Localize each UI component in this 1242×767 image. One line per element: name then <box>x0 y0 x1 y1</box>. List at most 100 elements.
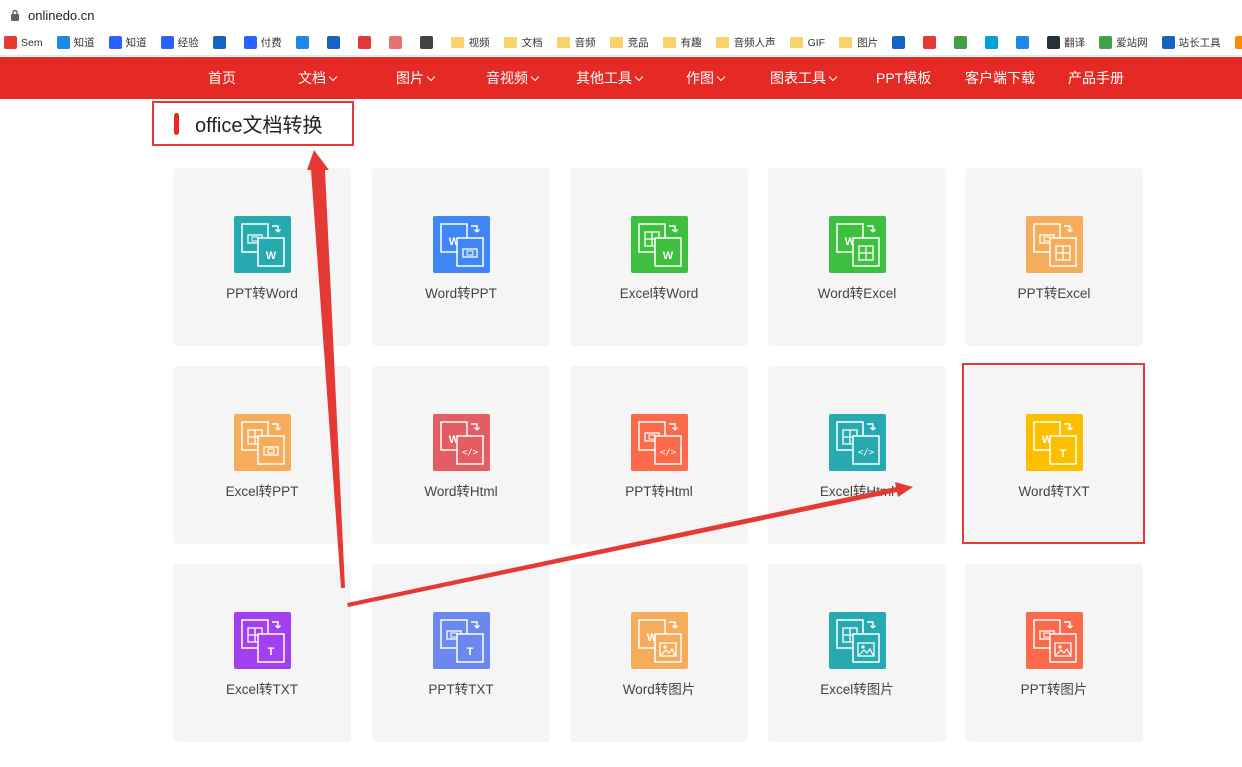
bookmark-item[interactable]: 音频人声 <box>715 35 776 50</box>
tool-card[interactable]: Excel转PPT <box>173 366 351 544</box>
nav-item[interactable]: 图片 <box>396 57 436 99</box>
bookmark-item[interactable] <box>954 36 971 49</box>
bookmark-item[interactable]: 知道 <box>56 35 95 50</box>
tool-card[interactable]: </> PPT转Html <box>570 366 748 544</box>
page-root: onlinedo.cn Sem 知道 知道 经验 付费 视频 文档 音频 竞品 有趣 音频人声 GIF… <box>0 0 1242 767</box>
c-icon <box>212 36 226 49</box>
chevron-down-icon <box>426 72 436 82</box>
baidu-zhidao-icon <box>108 36 122 49</box>
address-bar[interactable]: onlinedo.cn <box>0 0 1242 30</box>
bookmark-item[interactable] <box>295 36 313 49</box>
main-nav: 首页 文档 图片 音视频 其他工具 作图 图表工具 PPT模板 客户端下载 产品手册 <box>0 57 1242 99</box>
bookmark-label: 图片 <box>857 37 879 49</box>
tool-card[interactable]: W </> Word转Html <box>372 366 550 544</box>
tool-card[interactable]: W Excel转Word <box>570 168 748 346</box>
bookmark-label: 有趣 <box>680 37 702 49</box>
bookmark-item[interactable]: 竞品 <box>609 35 649 50</box>
bookmark-item[interactable] <box>212 36 230 49</box>
nav-item[interactable]: PPT模板 <box>876 57 931 99</box>
red-site-icon <box>357 36 371 49</box>
bookmark-item[interactable] <box>892 36 909 49</box>
nav-item-label: 其他工具 <box>576 70 632 86</box>
tool-card[interactable]: W Word转PPT <box>372 168 550 346</box>
folder-icon <box>503 37 517 48</box>
chevron-down-icon <box>716 72 726 82</box>
nav-item[interactable]: 文档 <box>298 57 338 99</box>
tool-card[interactable]: W Word转图片 <box>570 564 748 742</box>
bookmark-item[interactable] <box>923 36 940 49</box>
excel-to-ppt-icon <box>234 414 291 471</box>
bookmark-label: 竞品 <box>627 37 649 49</box>
bookmark-item[interactable]: 文档 <box>503 35 543 50</box>
bookmark-item[interactable]: 有趣 <box>662 35 702 50</box>
e-site-icon <box>892 36 906 49</box>
bookmark-item[interactable]: 图片 <box>839 35 878 50</box>
bookmark-item[interactable]: 站长工具 <box>1161 35 1221 50</box>
nav-item[interactable]: 作图 <box>686 57 726 99</box>
folder-icon <box>609 37 623 48</box>
folder-icon <box>450 37 464 48</box>
bookmark-item[interactable]: Sem <box>4 36 43 49</box>
bookmark-item[interactable]: GIF <box>789 36 826 49</box>
osm-icon <box>326 36 340 49</box>
tool-card[interactable]: T PPT转TXT <box>372 564 550 742</box>
tool-label: Excel转TXT <box>225 682 298 697</box>
section-title-text: office文档转换 <box>195 115 323 137</box>
nav-item-label: 首页 <box>208 70 236 86</box>
bookmark-item[interactable] <box>1016 36 1033 49</box>
tool-label: PPT转Html <box>625 484 693 499</box>
tool-label: PPT转TXT <box>428 682 494 697</box>
bookmark-item[interactable] <box>326 36 344 49</box>
word-to-image-icon: W <box>631 612 688 669</box>
bookmark-item[interactable] <box>388 36 406 49</box>
svg-text:W: W <box>663 250 674 262</box>
chevron-down-icon <box>634 72 644 82</box>
nav-item[interactable]: 其他工具 <box>576 57 644 99</box>
bookmark-item[interactable]: 江湖网 <box>1234 35 1242 50</box>
svg-text:T: T <box>268 646 275 658</box>
jianghu-icon <box>1234 36 1242 49</box>
nav-item[interactable]: 首页 <box>208 57 236 99</box>
tool-card[interactable]: W PPT转Word <box>173 168 351 346</box>
folder-icon <box>715 37 729 48</box>
nav-item[interactable]: 图表工具 <box>770 57 838 99</box>
bookmark-item[interactable] <box>357 36 375 49</box>
tool-card[interactable]: PPT转图片 <box>965 564 1143 742</box>
green-site-icon <box>954 36 968 49</box>
nav-item-label: 作图 <box>686 70 714 86</box>
tool-card[interactable]: W Word转Excel <box>768 168 946 346</box>
ppt-to-html-icon: </> <box>631 414 688 471</box>
bookmark-item[interactable]: 经验 <box>160 35 199 50</box>
excel-to-word-icon: W <box>631 216 688 273</box>
blue-site-icon <box>1016 36 1030 49</box>
folder-icon <box>662 37 676 48</box>
bookmark-label: GIF <box>807 36 826 49</box>
svg-text:</>: </> <box>858 448 875 458</box>
nav-item[interactable]: 音视频 <box>486 57 540 99</box>
tool-card[interactable]: PPT转Excel <box>965 168 1143 346</box>
bookmark-item[interactable]: 视频 <box>450 35 490 50</box>
tool-label: Word转图片 <box>622 682 696 697</box>
tool-label: Excel转Html <box>819 484 895 499</box>
tool-card[interactable]: Excel转图片 <box>768 564 946 742</box>
bookmark-item[interactable]: 爱站网 <box>1099 35 1148 50</box>
bookmarks-bar: Sem 知道 知道 经验 付费 视频 文档 音频 竞品 有趣 音频人声 GIF 图片 翻译 爱站网 站长工具 江… <box>0 30 1242 56</box>
aizhan-icon <box>1099 36 1113 49</box>
tool-card[interactable]: </> Excel转Html <box>768 366 946 544</box>
bookmark-item[interactable] <box>985 36 1002 49</box>
word-to-excel-icon: W <box>829 216 886 273</box>
tool-label: PPT转Word <box>226 286 298 301</box>
svg-text:</>: </> <box>660 448 677 458</box>
tool-card[interactable]: T Excel转TXT <box>173 564 351 742</box>
svg-text:</>: </> <box>462 448 479 458</box>
excel-to-html-icon: </> <box>829 414 886 471</box>
bookmark-item[interactable]: 翻译 <box>1047 35 1085 50</box>
highlight-box <box>962 363 1145 544</box>
nav-item[interactable]: 产品手册 <box>1068 57 1124 99</box>
bookmark-item[interactable]: 音频 <box>556 35 596 50</box>
bookmark-item[interactable]: 付费 <box>243 35 282 50</box>
bookmark-item[interactable]: 知道 <box>108 35 147 50</box>
bookmark-label: 知道 <box>125 37 147 49</box>
nav-item[interactable]: 客户端下载 <box>965 57 1035 99</box>
bookmark-item[interactable] <box>419 36 437 49</box>
